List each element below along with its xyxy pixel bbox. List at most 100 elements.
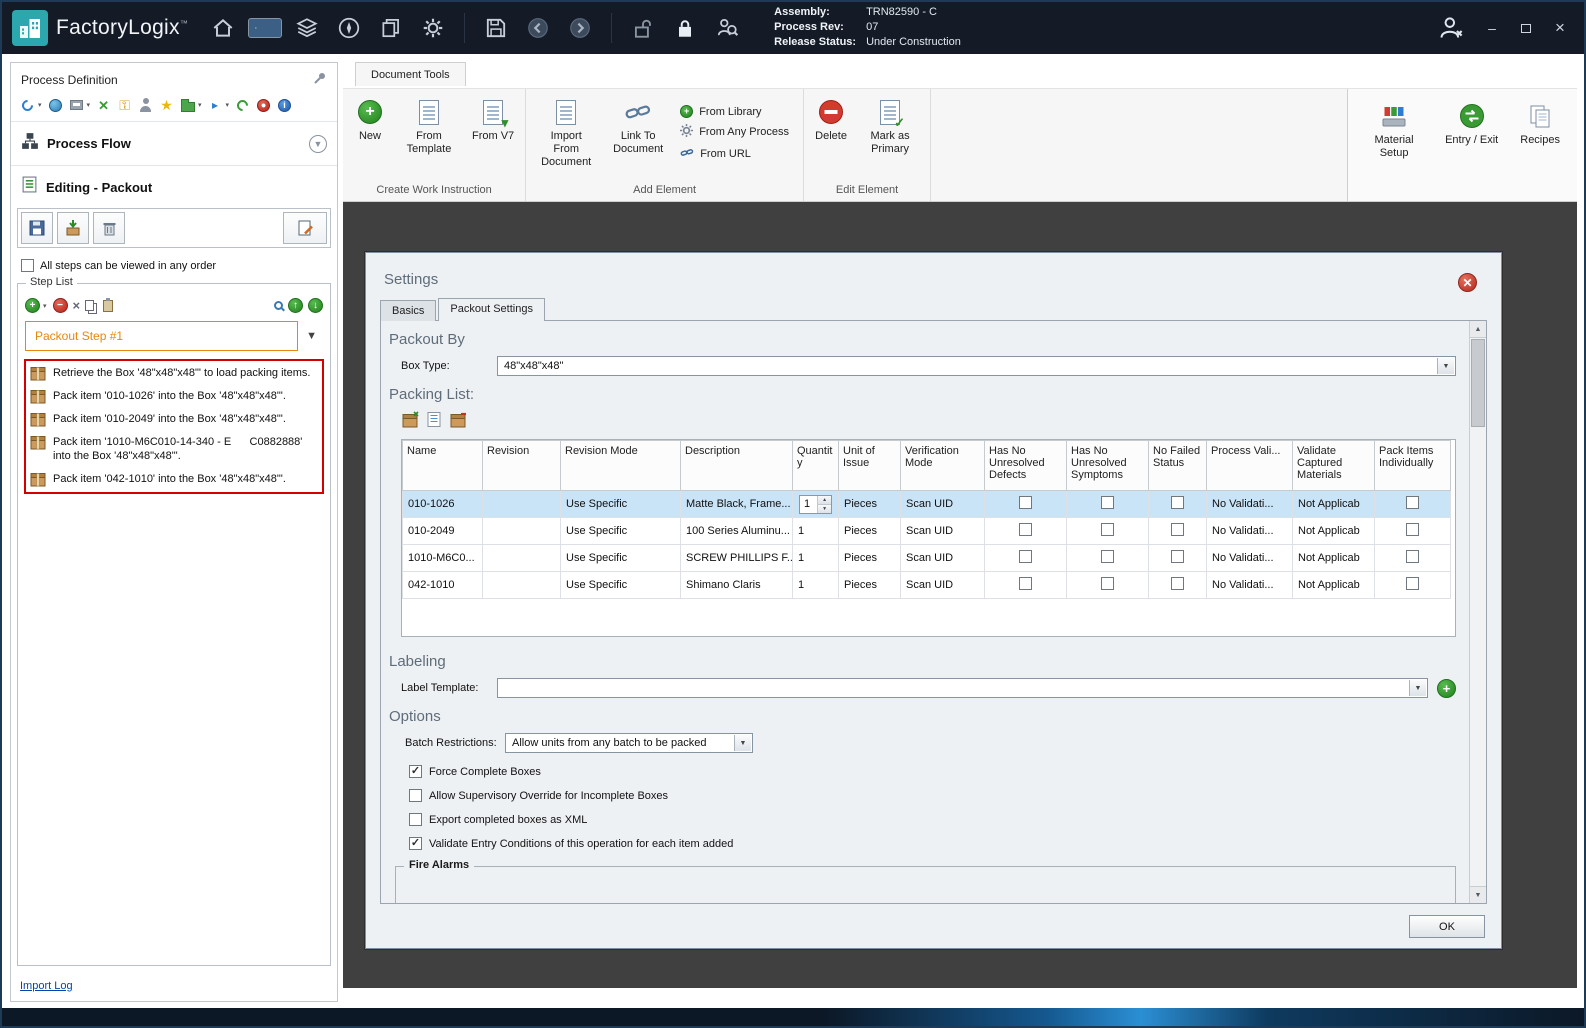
scroll-up-icon[interactable]: ▲ <box>1470 321 1486 338</box>
force-complete-checkbox[interactable] <box>409 765 422 778</box>
selected-step-field[interactable]: Packout Step #1 <box>25 321 299 351</box>
deploy-icon[interactable]: ▸ <box>207 97 224 113</box>
checkbox[interactable] <box>1406 577 1419 590</box>
user-icon[interactable] <box>137 97 154 113</box>
spin-up-icon[interactable]: ▲ <box>818 495 832 505</box>
step-item[interactable]: Pack item '1010-M6C010-14-340 - E C08828… <box>30 435 318 464</box>
link-to-document-button[interactable]: Link To Document <box>602 93 674 161</box>
back-icon[interactable] <box>521 11 555 45</box>
col-revision-mode[interactable]: Revision Mode <box>560 440 681 491</box>
refresh-icon[interactable] <box>19 97 36 113</box>
pin-icon[interactable] <box>313 71 327 88</box>
from-library-button[interactable]: + From Library <box>680 105 789 118</box>
entry-exit-button[interactable]: Entry / Exit <box>1438 97 1505 152</box>
import-from-document-button[interactable]: Import From Document <box>530 93 602 175</box>
favorite-star-icon[interactable]: ★ <box>158 97 175 113</box>
collapse-icon[interactable]: ▼ <box>309 134 327 153</box>
item-list-icon[interactable] <box>426 411 442 433</box>
import-log-link[interactable]: Import Log <box>20 980 73 992</box>
lock-icon[interactable] <box>668 11 702 45</box>
col-has-no-unresolved-symptoms[interactable]: Has No Unresolved Symptoms <box>1066 440 1149 491</box>
stop-icon[interactable]: ● <box>255 97 272 113</box>
find-user-icon[interactable] <box>710 11 744 45</box>
work-instructions-icon[interactable] <box>248 18 283 38</box>
checkbox[interactable] <box>1171 550 1184 563</box>
unlock-icon[interactable] <box>626 11 660 45</box>
checkbox[interactable] <box>1101 523 1114 536</box>
delete-element-button[interactable]: Delete <box>808 93 854 148</box>
key-icon[interactable]: ⚿ <box>116 97 133 113</box>
save-step-button[interactable] <box>21 212 53 244</box>
any-order-checkbox[interactable] <box>21 259 34 272</box>
checkbox[interactable] <box>1019 577 1032 590</box>
checkbox[interactable] <box>1406 496 1419 509</box>
col-description[interactable]: Description <box>680 440 793 491</box>
tab-document-tools[interactable]: Document Tools <box>355 62 466 86</box>
col-validate-captured-materials[interactable]: Validate Captured Materials <box>1292 440 1375 491</box>
step-item[interactable]: Pack item '010-2049' into the Box '48"x4… <box>30 412 318 427</box>
chevron-down-icon[interactable]: ▼ <box>1437 358 1454 374</box>
dialog-scrollbar[interactable]: ▲ ▼ <box>1469 321 1486 903</box>
folder-icon[interactable] <box>179 97 196 113</box>
forward-icon[interactable] <box>563 11 597 45</box>
col-has-no-unresolved-defects[interactable]: Has No Unresolved Defects <box>984 440 1067 491</box>
minimize-button[interactable]: – <box>1478 16 1506 40</box>
zoom-step-icon[interactable] <box>274 301 283 310</box>
add-box-item-icon[interactable] <box>401 411 419 433</box>
cut-icon[interactable]: ✕ <box>95 97 112 113</box>
logout-user-icon[interactable] <box>1434 11 1468 45</box>
checkbox[interactable] <box>1019 496 1032 509</box>
supervisory-override-checkbox[interactable] <box>409 789 422 802</box>
maximize-button[interactable] <box>1512 16 1540 40</box>
col-verification-mode[interactable]: Verification Mode <box>900 440 985 491</box>
checkbox[interactable] <box>1019 550 1032 563</box>
material-setup-button[interactable]: Material Setup <box>1358 97 1430 165</box>
documents-icon[interactable] <box>374 11 408 45</box>
web-icon[interactable] <box>47 97 64 113</box>
new-button[interactable]: + New <box>347 93 393 148</box>
col-pack-items-individually[interactable]: Pack Items Individually <box>1374 440 1451 491</box>
step-item[interactable]: Pack item '042-1010' into the Box '48"x4… <box>30 472 318 487</box>
add-label-template-icon[interactable]: + <box>1437 678 1456 698</box>
checkbox[interactable] <box>1101 496 1114 509</box>
col-quantity[interactable]: Quantity <box>792 440 839 491</box>
scroll-thumb[interactable] <box>1471 339 1485 427</box>
table-row[interactable]: 010-2049 Use Specific 100 Series Aluminu… <box>402 517 1451 545</box>
step-item[interactable]: Retrieve the Box '48"x48"x48"' to load p… <box>30 366 318 381</box>
move-step-down-icon[interactable]: ↓ <box>308 298 323 313</box>
delete-step-button[interactable] <box>93 212 125 244</box>
info-icon[interactable]: i <box>276 97 293 113</box>
tab-packout-settings[interactable]: Packout Settings <box>438 298 545 321</box>
checkbox[interactable] <box>1171 577 1184 590</box>
col-process-validation[interactable]: Process Vali... <box>1206 440 1293 491</box>
spin-down-icon[interactable]: ▼ <box>818 504 832 513</box>
table-row[interactable]: 1010-M6C0... Use Specific SCREW PHILLIPS… <box>402 544 1451 572</box>
from-template-button[interactable]: From Template <box>393 93 465 161</box>
ok-button[interactable]: OK <box>1409 915 1485 938</box>
chevron-down-icon[interactable]: ▼ <box>1409 680 1426 696</box>
checkbox[interactable] <box>1019 523 1032 536</box>
print-icon[interactable] <box>68 97 85 113</box>
remove-box-item-icon[interactable] <box>449 411 467 433</box>
from-v7-button[interactable]: ▾ From V7 <box>465 93 521 148</box>
edit-step-button[interactable] <box>283 212 327 244</box>
recipes-button[interactable]: Recipes <box>1513 97 1567 152</box>
batch-restrictions-select[interactable]: Allow units from any batch to be packed … <box>505 733 753 753</box>
save-icon[interactable] <box>479 11 513 45</box>
tab-basics[interactable]: Basics <box>380 300 437 321</box>
table-row[interactable]: 042-1010 Use Specific Shimano Claris 1 P… <box>402 571 1451 599</box>
paste-step-icon[interactable] <box>103 298 114 312</box>
step-item[interactable]: Pack item '010-1026' into the Box '48"x4… <box>30 389 318 404</box>
home-icon[interactable] <box>206 11 240 45</box>
scroll-down-icon[interactable]: ▼ <box>1470 886 1486 903</box>
cut-step-icon[interactable]: × <box>73 299 81 312</box>
chevron-down-icon[interactable]: ▼ <box>734 735 751 751</box>
add-step-icon[interactable]: + <box>25 298 40 313</box>
move-step-up-icon[interactable]: ↑ <box>288 298 303 313</box>
checkbox[interactable] <box>1406 550 1419 563</box>
label-template-select[interactable]: ▼ <box>497 678 1428 698</box>
checkbox[interactable] <box>1101 550 1114 563</box>
table-row[interactable]: 010-1026 Use Specific Matte Black, Frame… <box>402 490 1451 518</box>
mark-as-primary-button[interactable]: ✓ Mark as Primary <box>854 93 926 161</box>
sync-icon[interactable] <box>234 97 251 113</box>
